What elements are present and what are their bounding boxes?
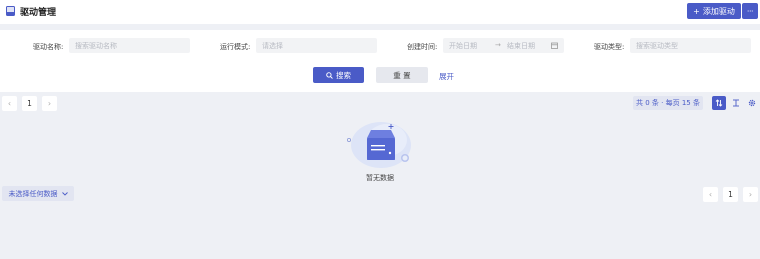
plus-icon: + <box>693 6 700 16</box>
page-1-button[interactable]: 1 <box>22 96 37 111</box>
bottom-page-number: 1 <box>728 190 733 199</box>
page-number: 1 <box>27 99 32 108</box>
record-summary: 共 0 条 · 每页 15 条 <box>633 96 703 110</box>
chevron-down-icon <box>61 191 68 196</box>
driver-name-placeholder: 搜索驱动名称 <box>75 41 117 50</box>
driver-type-placeholder: 搜索驱动类型 <box>636 41 678 50</box>
column-height-icon <box>733 99 739 107</box>
chevron-right-icon: › <box>47 99 52 108</box>
driver-name-label: 驱动名称: <box>33 43 64 51</box>
more-button[interactable]: ··· <box>742 3 758 19</box>
chevron-left-icon: ‹ <box>708 190 713 199</box>
end-date-placeholder: 结束日期 <box>507 42 535 50</box>
arrow-right-icon: → <box>495 41 501 49</box>
bottom-prev-page-button[interactable]: ‹ <box>703 187 718 202</box>
empty-data-text: 暂无数据 <box>366 174 394 182</box>
summary-text: 共 0 条 · 每页 15 条 <box>636 99 700 107</box>
page-title: 驱动管理 <box>20 8 57 18</box>
sort-icon <box>715 99 723 107</box>
driver-name-input[interactable]: 搜索驱动名称 <box>69 38 190 53</box>
chevron-right-icon: › <box>748 190 753 199</box>
driver-type-label: 驱动类型: <box>594 43 625 51</box>
settings-button[interactable] <box>745 96 759 110</box>
reset-button[interactable]: 重 置 <box>376 67 428 83</box>
search-label: 搜索 <box>336 70 351 80</box>
reset-label: 重 置 <box>393 70 411 80</box>
add-driver-button[interactable]: + 添加驱动 <box>687 3 741 19</box>
prev-page-button[interactable]: ‹ <box>2 96 17 111</box>
column-height-button[interactable] <box>729 96 743 110</box>
filter-panel: 驱动名称: 搜索驱动名称 运行模式: 请选择 创建时间: 开始日期 → 结束日期… <box>0 30 760 92</box>
chevron-left-icon: ‹ <box>7 99 12 108</box>
bottom-page-1-button[interactable]: 1 <box>723 187 738 202</box>
search-button[interactable]: 搜索 <box>313 67 364 83</box>
expand-link[interactable]: 展开 <box>439 71 454 82</box>
search-icon <box>326 71 333 79</box>
selection-label: 未选择任何数据 <box>8 189 58 198</box>
next-page-button[interactable]: › <box>42 96 57 111</box>
created-time-label: 创建时间: <box>407 43 438 51</box>
more-icon: ··· <box>746 6 754 16</box>
empty-data-illustration <box>347 122 411 168</box>
driver-page-icon <box>6 6 15 16</box>
date-range-picker[interactable]: 开始日期 → 结束日期 <box>443 38 564 53</box>
run-mode-select[interactable]: 请选择 <box>256 38 377 53</box>
page-header: 驱动管理 + 添加驱动 ··· <box>0 0 760 24</box>
bottom-next-page-button[interactable]: › <box>743 187 758 202</box>
sort-toggle-button[interactable] <box>712 96 726 110</box>
calendar-icon <box>551 42 558 49</box>
selection-status-dropdown[interactable]: 未选择任何数据 <box>2 186 74 201</box>
start-date-placeholder: 开始日期 <box>449 42 477 50</box>
run-mode-label: 运行模式: <box>220 43 251 51</box>
add-driver-label: 添加驱动 <box>702 6 735 16</box>
run-mode-placeholder: 请选择 <box>262 41 283 50</box>
driver-type-input[interactable]: 搜索驱动类型 <box>630 38 751 53</box>
gear-icon <box>748 99 756 107</box>
